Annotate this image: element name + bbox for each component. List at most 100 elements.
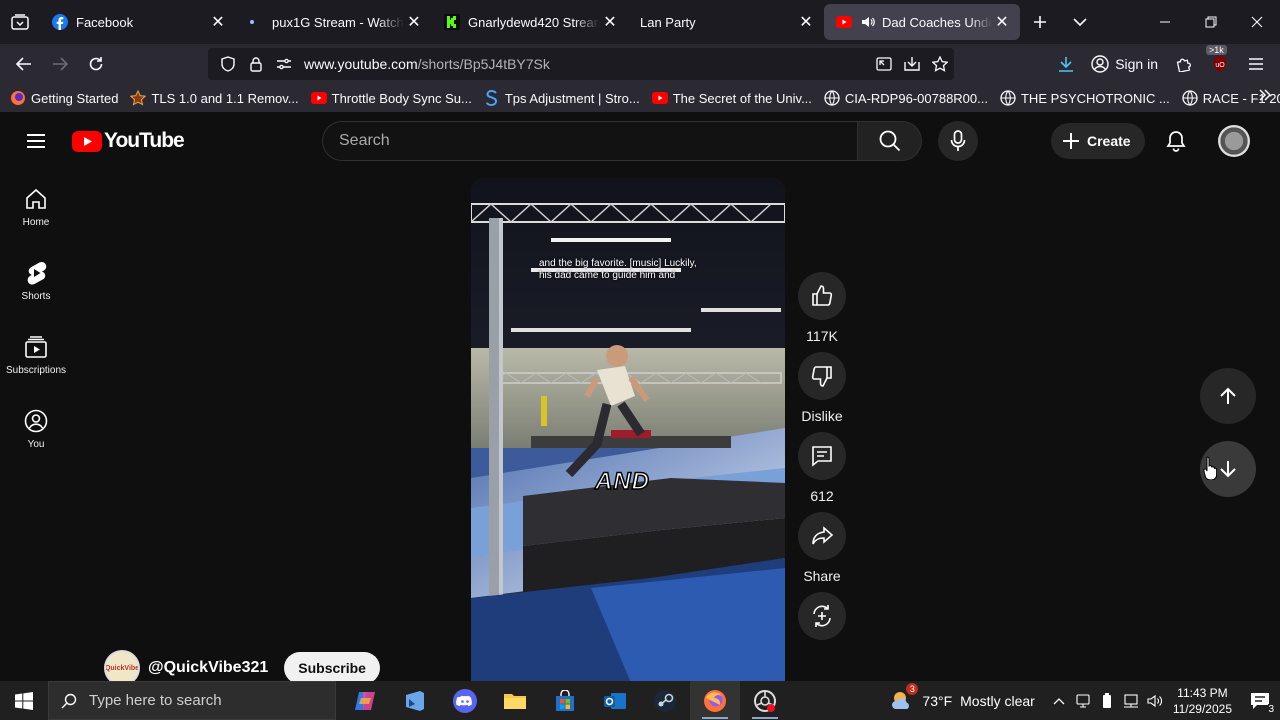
subscribe-button[interactable]: Subscribe <box>284 652 380 684</box>
picture-in-picture-icon[interactable] <box>870 50 898 78</box>
channel-handle[interactable]: @QuickVibe321 <box>148 659 268 677</box>
taskbar-chrome-app[interactable] <box>740 681 790 720</box>
taskbar-outlook[interactable] <box>590 681 640 720</box>
new-tab-button[interactable] <box>1020 0 1060 44</box>
taskbar-discord[interactable] <box>440 681 490 720</box>
close-icon[interactable]: ✕ <box>796 12 816 32</box>
bookmark-secret-universe[interactable]: The Secret of the Univ... <box>651 90 812 106</box>
search-box[interactable] <box>322 121 858 161</box>
search-button[interactable] <box>858 121 922 161</box>
volume-button[interactable] <box>1143 681 1167 720</box>
comments-action: 612 <box>797 432 847 512</box>
taskbar-search[interactable]: Type here to search <box>48 681 336 720</box>
ublock-extension-button[interactable]: uO >1k <box>1202 45 1238 80</box>
bookmark-tls[interactable]: TLS 1.0 and 1.1 Remov... <box>130 90 299 106</box>
bookmark-star-icon[interactable] <box>926 50 954 78</box>
extensions-button[interactable] <box>1166 48 1202 80</box>
voice-search-button[interactable] <box>938 121 978 161</box>
speaker-icon[interactable] <box>860 14 876 30</box>
bookmark-cia-rdp[interactable]: CIA-RDP96-00788R00... <box>824 90 988 106</box>
bookmark-psychotronic[interactable]: THE PSYCHOTRONIC ... <box>1000 90 1170 106</box>
close-icon <box>1251 16 1263 28</box>
url-text[interactable]: www.youtube.com/shorts/Bp5J4tBY7Sk <box>304 56 870 72</box>
puzzle-icon <box>1176 58 1191 72</box>
youtube-icon <box>836 14 852 30</box>
battery-button[interactable] <box>1095 681 1119 720</box>
notification-icon <box>1251 692 1269 709</box>
youtube-header: YouTube Create <box>0 112 1280 170</box>
network-button[interactable] <box>1119 681 1143 720</box>
shorts-video-player[interactable]: and the big favorite. [music] Luckily, h… <box>471 178 785 683</box>
sidebar-item-you[interactable]: You <box>0 392 72 466</box>
minimize-button[interactable] <box>1142 0 1188 44</box>
globe-icon <box>1182 90 1198 106</box>
create-button[interactable]: Create <box>1051 123 1145 159</box>
youtube-play-logo-icon <box>72 130 102 152</box>
forward-button[interactable] <box>42 48 78 80</box>
close-window-button[interactable] <box>1234 0 1280 44</box>
tab-youtube-active[interactable]: Dad Coaches Underdo ✕ <box>824 4 1020 40</box>
downloads-button[interactable] <box>1049 48 1083 80</box>
sidebar-item-home[interactable]: Home <box>0 170 72 244</box>
taskbar-file-explorer[interactable] <box>490 681 540 720</box>
tab-gnarlydewd-stream[interactable]: Gnarlydewd420 Stream - W ✕ <box>432 4 628 40</box>
taskbar-visual-studio[interactable] <box>390 681 440 720</box>
reload-button[interactable] <box>78 48 114 80</box>
close-icon[interactable]: ✕ <box>404 12 424 32</box>
more-bookmarks-button[interactable] <box>1258 88 1272 107</box>
tab-facebook[interactable]: Facebook ✕ <box>40 4 236 40</box>
taskbar-microsoft-store[interactable] <box>540 681 590 720</box>
taskbar-copilot[interactable] <box>340 681 390 720</box>
bookmark-label: CIA-RDP96-00788R00... <box>844 90 988 106</box>
youtube-icon <box>310 90 327 106</box>
taskbar-steam[interactable] <box>640 681 690 720</box>
previous-short-button[interactable] <box>1200 368 1256 424</box>
battery-icon <box>1102 692 1111 708</box>
speaker-icon <box>1147 694 1162 707</box>
sidebar-item-label: Subscriptions <box>5 364 67 376</box>
start-button[interactable] <box>0 681 48 720</box>
device-icon <box>1076 693 1090 708</box>
restore-button[interactable] <box>1188 0 1234 44</box>
guide-menu-button[interactable] <box>20 125 52 157</box>
sign-in-button[interactable]: Sign in <box>1083 48 1166 80</box>
shield-icon[interactable] <box>214 50 242 78</box>
share-button[interactable] <box>798 512 846 560</box>
back-button[interactable] <box>6 48 42 80</box>
save-to-pocket-icon[interactable] <box>898 50 926 78</box>
dislike-button[interactable] <box>798 352 846 400</box>
tray-app-button[interactable] <box>1071 681 1095 720</box>
sidebar-item-shorts[interactable]: Shorts <box>0 244 72 318</box>
app-menu-button[interactable] <box>1238 48 1274 80</box>
permissions-icon[interactable] <box>270 50 298 78</box>
hamburger-icon <box>27 134 45 148</box>
dot-icon <box>248 14 264 30</box>
taskbar-firefox[interactable] <box>690 681 740 720</box>
url-bar[interactable]: www.youtube.com/shorts/Bp5J4tBY7Sk <box>208 48 954 80</box>
remix-button[interactable] <box>798 592 846 640</box>
tab-lan-party[interactable]: Lan Party ✕ <box>628 4 824 40</box>
search-input[interactable] <box>339 132 857 150</box>
list-all-tabs-button[interactable] <box>1060 0 1100 44</box>
close-icon[interactable]: ✕ <box>992 12 1012 32</box>
window-controls <box>1142 0 1280 44</box>
notification-center-button[interactable]: 3 <box>1240 681 1280 720</box>
weather-widget[interactable]: 3 73°F Mostly clear <box>890 682 1035 713</box>
comments-button[interactable] <box>798 432 846 480</box>
browser-nav-bar: www.youtube.com/shorts/Bp5J4tBY7Sk Sign … <box>0 44 1280 84</box>
bookmark-throttle-body[interactable]: Throttle Body Sync Su... <box>310 90 472 106</box>
like-button[interactable] <box>798 272 846 320</box>
close-icon[interactable]: ✕ <box>208 12 228 32</box>
sidebar-item-subscriptions[interactable]: Subscriptions <box>0 318 72 392</box>
taskbar-clock[interactable]: 11:43 PM 11/29/2025 <box>1173 685 1232 717</box>
tab-list-button[interactable] <box>0 0 40 44</box>
show-hidden-icons-button[interactable] <box>1047 681 1071 720</box>
lock-icon[interactable] <box>242 50 270 78</box>
notifications-button[interactable] <box>1160 125 1192 157</box>
account-avatar[interactable] <box>1218 125 1250 157</box>
close-icon[interactable]: ✕ <box>600 12 620 32</box>
bookmark-getting-started[interactable]: Getting Started <box>10 90 118 106</box>
youtube-logo[interactable]: YouTube <box>72 129 185 153</box>
tab-pux1g-stream[interactable]: pux1G Stream - Watch Liv ✕ <box>236 4 432 40</box>
bookmark-tps-adjustment[interactable]: Tps Adjustment | Stro... <box>484 90 640 106</box>
